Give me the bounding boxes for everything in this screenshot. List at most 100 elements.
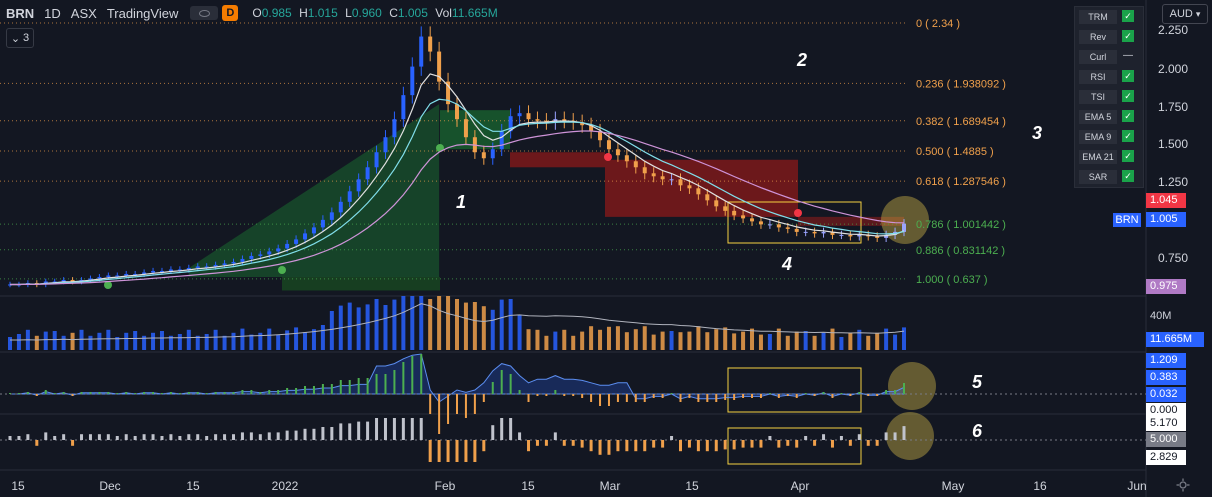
interval-label[interactable]: 1D <box>44 6 61 21</box>
volume-bar <box>43 331 48 350</box>
checkbox-checked-icon[interactable]: ✓ <box>1122 150 1134 162</box>
gear-icon[interactable] <box>1176 478 1190 492</box>
dash-icon[interactable]: — <box>1122 50 1134 62</box>
red-zone <box>510 152 605 168</box>
price-axis[interactable]: 2.250 2.000 1.750 1.500 1.250 0.750 <box>1158 23 1188 265</box>
legend-row-tsi[interactable]: TSI ✓ <box>1075 87 1143 107</box>
volume-bar <box>544 335 549 350</box>
ohlc-value-high: 1.015 <box>307 6 338 20</box>
rsi-bar <box>759 440 763 448</box>
legend-label: RSI <box>1079 70 1117 84</box>
rsi-bar <box>830 440 834 448</box>
volume-bar <box>732 333 737 350</box>
candle-body <box>481 152 486 159</box>
rsi-bar <box>473 440 477 462</box>
tsi-bar <box>751 394 754 398</box>
volume-bar <box>356 307 361 350</box>
symbol-price-tag: BRN <box>1113 213 1141 227</box>
volume-bar <box>821 332 826 350</box>
tsi-bar <box>116 393 119 394</box>
tsi-bar <box>348 380 351 394</box>
tsi-bar <box>903 383 905 394</box>
eye-icon[interactable] <box>190 6 219 20</box>
legend-row-rsi[interactable]: RSI ✓ <box>1075 67 1143 87</box>
candle-body <box>285 243 290 249</box>
volume-bar <box>213 329 218 350</box>
candle-body <box>517 113 522 117</box>
candle-body <box>678 179 683 186</box>
volume-bar <box>410 296 415 350</box>
time-axis[interactable]: 15 Dec 15 2022 Feb 15 Mar 15 Apr May 16 Jun <box>11 479 1146 493</box>
candle-body <box>410 66 415 96</box>
rsi-bar <box>786 440 790 446</box>
checkbox-checked-icon[interactable]: ✓ <box>1122 30 1134 42</box>
time-axis-tick: May <box>942 479 965 493</box>
time-axis-tick: Mar <box>600 479 621 493</box>
legend-row-sar[interactable]: SAR ✓ <box>1075 167 1143 187</box>
volume-bar <box>803 331 808 350</box>
tsi-bar <box>26 392 29 394</box>
fib-label: 0.500 ( 1.4885 ) <box>916 146 994 158</box>
volume-bar <box>750 328 755 350</box>
candle-body <box>276 248 281 252</box>
checkbox-checked-icon[interactable]: ✓ <box>1122 70 1134 82</box>
rsi-bar <box>178 436 182 440</box>
rsi-bar <box>491 425 495 440</box>
rsi-bar <box>527 440 531 452</box>
delayed-badge[interactable]: D <box>222 5 239 21</box>
rsi-bar <box>661 440 665 448</box>
legend-label: Curl <box>1079 50 1117 64</box>
tsi-bar <box>286 388 289 394</box>
tsi-bar <box>187 392 190 394</box>
currency-selector[interactable]: AUD ▾ <box>1162 4 1208 24</box>
rsi-bar <box>848 440 852 446</box>
volume-bar <box>606 326 611 350</box>
checkbox-checked-icon[interactable]: ✓ <box>1122 10 1134 22</box>
checkbox-checked-icon[interactable]: ✓ <box>1122 110 1134 122</box>
volume-bar <box>839 337 844 350</box>
ohlc-key-open: O <box>252 6 262 20</box>
candle-body <box>347 191 352 202</box>
chart-canvas[interactable]: 0 ( 2.34 ) 0.236 ( 1.938092 ) 0.382 ( 1.68… <box>0 0 1212 497</box>
rsi-bar <box>893 432 897 440</box>
volume-bar <box>455 299 459 350</box>
price-axis-tick: 1.750 <box>1158 100 1188 114</box>
tsi-bar <box>438 394 441 434</box>
candle-body <box>758 221 763 225</box>
indicator-collapse-button[interactable]: ⌄ 3 <box>6 28 34 48</box>
rsi-bar <box>795 440 799 448</box>
volume-bar <box>517 314 522 350</box>
tsi-bar <box>518 390 521 394</box>
rsi-bar <box>97 434 101 440</box>
volume-bar <box>866 335 871 350</box>
checkbox-checked-icon[interactable]: ✓ <box>1122 170 1134 182</box>
volume-bar <box>320 325 325 350</box>
legend-row-ema21[interactable]: EMA 21 ✓ <box>1075 147 1143 167</box>
symbol-label[interactable]: BRN <box>6 6 34 21</box>
tsi-bar <box>277 390 280 394</box>
checkbox-checked-icon[interactable]: ✓ <box>1122 130 1134 142</box>
candle-body <box>696 188 701 195</box>
volume-bar <box>723 327 728 350</box>
tsi-bar <box>196 392 199 394</box>
tsi-bar <box>62 392 65 394</box>
rsi-bar <box>53 436 57 440</box>
candle-body <box>106 275 111 277</box>
rsi-bar <box>598 440 602 455</box>
tsi-bar <box>9 393 11 394</box>
candle-body <box>651 173 656 177</box>
volume-bar <box>159 331 164 350</box>
tsi-bar <box>411 356 414 394</box>
legend-row-rev[interactable]: Rev ✓ <box>1075 27 1143 47</box>
checkbox-checked-icon[interactable]: ✓ <box>1122 90 1134 102</box>
volume-bar <box>589 326 594 350</box>
candle-body <box>803 231 808 233</box>
legend-row-trm[interactable]: TRM ✓ <box>1075 7 1143 27</box>
candle-body <box>97 276 102 279</box>
legend-row-ema5[interactable]: EMA 5 ✓ <box>1075 107 1143 127</box>
rsi-bar <box>258 434 262 440</box>
rsi-badge-1: 5.170 <box>1146 416 1186 431</box>
annotation-6: 6 <box>972 421 983 441</box>
legend-row-curl[interactable]: Curl — <box>1075 47 1143 67</box>
legend-row-ema9[interactable]: EMA 9 ✓ <box>1075 127 1143 147</box>
